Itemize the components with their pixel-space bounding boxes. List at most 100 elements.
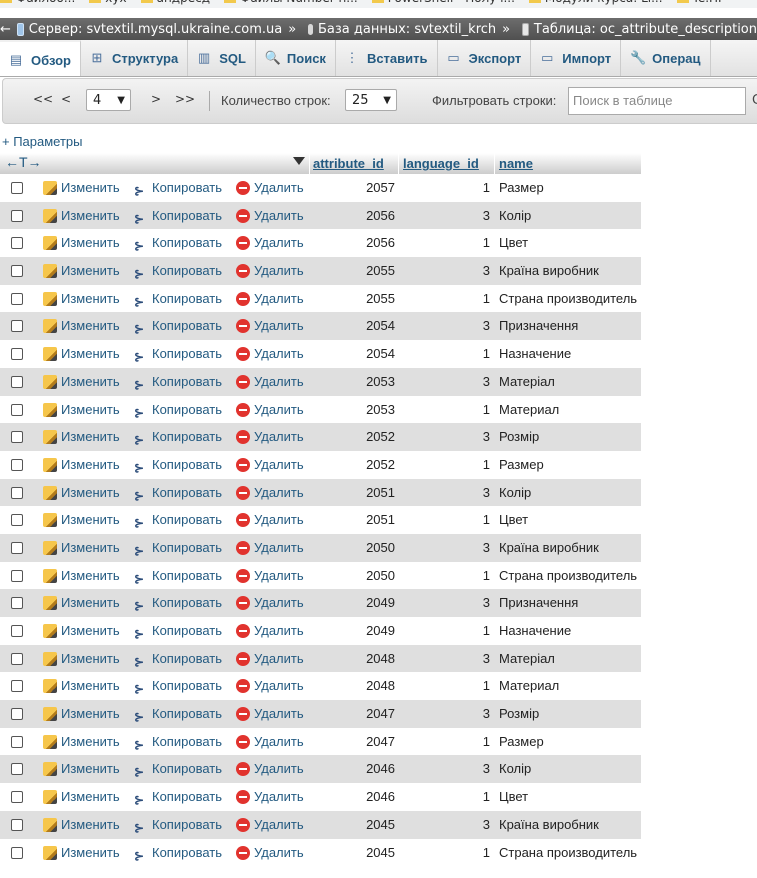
previous-page-button[interactable]: < <box>61 92 71 106</box>
copy-button[interactable]: ⊱ Копировать <box>134 208 222 226</box>
column-arrows-icon[interactable]: ←T→ <box>5 154 42 170</box>
row-checkbox[interactable] <box>11 375 23 388</box>
edit-button[interactable]: Изменить <box>43 734 120 749</box>
edit-button[interactable]: Изменить <box>43 485 120 500</box>
tab-structure[interactable]: ⊞ Структура <box>81 40 189 76</box>
row-checkbox[interactable] <box>11 320 23 333</box>
delete-button[interactable]: Удалить <box>236 568 304 583</box>
delete-button[interactable]: Удалить <box>236 512 304 528</box>
row-checkbox[interactable] <box>11 458 23 471</box>
row-checkbox[interactable] <box>11 348 23 361</box>
copy-button[interactable]: ⊱ Копировать <box>134 540 222 558</box>
delete-button[interactable]: Удалить <box>236 318 304 334</box>
copy-button[interactable]: ⊱ Копировать <box>134 845 222 863</box>
row-checkbox[interactable] <box>11 403 23 416</box>
delete-button[interactable]: Удалить <box>236 595 304 611</box>
edit-button[interactable]: Изменить <box>43 346 120 362</box>
edit-button[interactable]: Изменить <box>43 568 120 583</box>
bookmark-item[interactable]: Te.ПР <box>676 0 725 5</box>
row-checkbox[interactable] <box>11 569 23 582</box>
edit-button[interactable]: Изменить <box>43 678 120 694</box>
row-checkbox[interactable] <box>11 735 23 748</box>
edit-button[interactable]: Изменить <box>43 457 120 472</box>
bookmark-item[interactable]: PowerShell - Получ... <box>371 0 515 5</box>
copy-button[interactable]: ⊱ Копировать <box>134 651 222 669</box>
delete-button[interactable]: Удалить <box>236 429 304 445</box>
copy-button[interactable]: ⊱ Копировать <box>134 568 222 586</box>
row-checkbox[interactable] <box>11 514 23 527</box>
row-checkbox[interactable] <box>11 182 23 194</box>
delete-button[interactable]: Удалить <box>236 374 304 389</box>
copy-button[interactable]: ⊱ Копировать <box>134 429 222 447</box>
row-checkbox[interactable] <box>11 708 23 721</box>
delete-button[interactable]: Удалить <box>236 263 304 279</box>
breadcrumb-table[interactable]: Таблица: oc_attribute_description <box>534 22 757 37</box>
delete-button[interactable]: Удалить <box>236 457 304 472</box>
copy-button[interactable]: ⊱ Копировать <box>134 595 222 613</box>
copy-button[interactable]: ⊱ Копировать <box>134 761 222 779</box>
breadcrumb-server[interactable]: Сервер: svtextil.mysql.ukraine.com.ua <box>29 22 283 37</box>
next-page-button[interactable]: > <box>151 92 161 106</box>
row-checkbox[interactable] <box>11 486 23 499</box>
page-select[interactable]: 4 ▼ <box>86 89 131 111</box>
row-checkbox[interactable] <box>11 541 23 554</box>
edit-button[interactable]: Изменить <box>43 402 120 417</box>
copy-button[interactable]: ⊱ Копировать <box>134 512 222 530</box>
row-checkbox[interactable] <box>11 846 23 859</box>
row-checkbox[interactable] <box>11 597 23 610</box>
last-page-button[interactable]: >> <box>175 92 195 106</box>
copy-button[interactable]: ⊱ Копировать <box>134 346 222 364</box>
tab-sql[interactable]: ▥ SQL <box>188 40 256 76</box>
copy-button[interactable]: ⊱ Копировать <box>134 374 222 392</box>
back-arrow-icon[interactable]: ← <box>0 22 11 37</box>
copy-button[interactable]: ⊱ Копировать <box>134 180 222 198</box>
edit-button[interactable]: Изменить <box>43 429 120 445</box>
delete-button[interactable]: Удалить <box>236 208 304 223</box>
tab-import[interactable]: ▭ Импорт <box>531 40 622 76</box>
edit-button[interactable]: Изменить <box>43 374 120 389</box>
row-checkbox[interactable] <box>11 265 23 278</box>
row-checkbox[interactable] <box>11 292 23 305</box>
copy-button[interactable]: ⊱ Копировать <box>134 485 222 503</box>
delete-button[interactable]: Удалить <box>236 180 304 195</box>
column-header-name[interactable]: name <box>499 156 533 171</box>
copy-button[interactable]: ⊱ Копировать <box>134 457 222 475</box>
edit-button[interactable]: Изменить <box>43 817 120 832</box>
copy-button[interactable]: ⊱ Копировать <box>134 263 222 281</box>
row-checkbox[interactable] <box>11 652 23 665</box>
tab-export[interactable]: ▭ Экспорт <box>438 40 532 76</box>
breadcrumb-database[interactable]: База данных: svtextil_krch <box>318 22 496 37</box>
tab-browse[interactable]: ▤ Обзор <box>0 40 81 76</box>
delete-button[interactable]: Удалить <box>236 651 304 666</box>
delete-button[interactable]: Удалить <box>236 235 304 251</box>
delete-button[interactable]: Удалить <box>236 761 304 777</box>
delete-button[interactable]: Удалить <box>236 734 304 749</box>
delete-button[interactable]: Удалить <box>236 789 304 805</box>
copy-button[interactable]: ⊱ Копировать <box>134 817 222 835</box>
bookmark-item[interactable]: Файлы Number н... <box>223 0 358 5</box>
delete-button[interactable]: Удалить <box>236 346 304 362</box>
row-checkbox[interactable] <box>11 763 23 776</box>
edit-button[interactable]: Изменить <box>43 512 120 528</box>
copy-button[interactable]: ⊱ Копировать <box>134 402 222 420</box>
copy-button[interactable]: ⊱ Копировать <box>134 318 222 336</box>
copy-button[interactable]: ⊱ Копировать <box>134 734 222 752</box>
copy-button[interactable]: ⊱ Копировать <box>134 789 222 807</box>
first-page-button[interactable]: << <box>33 92 53 106</box>
edit-button[interactable]: Изменить <box>43 208 120 223</box>
delete-button[interactable]: Удалить <box>236 402 304 417</box>
edit-button[interactable]: Изменить <box>43 263 120 279</box>
bookmark-item[interactable]: Файлоо... <box>0 0 75 5</box>
bookmark-item[interactable]: андрeсд <box>140 0 210 5</box>
copy-button[interactable]: ⊱ Копировать <box>134 623 222 641</box>
bookmark-item[interactable]: хух <box>89 0 127 5</box>
edit-button[interactable]: Изменить <box>43 623 120 638</box>
delete-button[interactable]: Удалить <box>236 817 304 832</box>
row-checkbox[interactable] <box>11 209 23 222</box>
edit-button[interactable]: Изменить <box>43 180 120 195</box>
delete-button[interactable]: Удалить <box>236 623 304 638</box>
tab-search[interactable]: 🔍 Поиск <box>256 40 336 76</box>
delete-button[interactable]: Удалить <box>236 678 304 694</box>
delete-button[interactable]: Удалить <box>236 706 304 722</box>
edit-button[interactable]: Изменить <box>43 318 120 334</box>
